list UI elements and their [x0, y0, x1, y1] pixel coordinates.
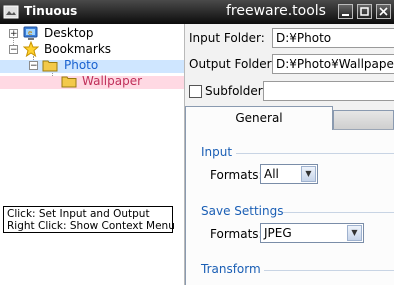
desktop-icon: e: [23, 26, 38, 40]
output-folder-label: Output Folder:: [189, 57, 276, 71]
maximize-button[interactable]: [357, 4, 372, 19]
save-formats-select[interactable]: JPEG ▼: [260, 223, 364, 243]
input-formats-label: Formats:: [210, 168, 263, 182]
svg-text:e: e: [28, 29, 32, 37]
subfolder-checkbox[interactable]: [189, 85, 202, 98]
subfolder-field[interactable]: [263, 81, 394, 101]
tree-item-bookmarks[interactable]: − Bookmarks: [0, 41, 184, 57]
tree-item-label: Bookmarks: [44, 42, 112, 56]
tab-content-general: Input Formats: All ▼ Save Settings Forma…: [185, 130, 394, 285]
tree-item-label: Photo: [64, 58, 99, 72]
output-folder-field[interactable]: D:¥Photo¥Wallpaper: [272, 54, 394, 74]
folder-tree[interactable]: + e Desktop − Bookmarks − Photo Wallpape…: [0, 24, 185, 285]
maximize-icon: [360, 7, 369, 16]
input-folder-label: Input Folder:: [189, 31, 265, 45]
app-icon: [3, 5, 19, 19]
close-icon: [379, 7, 388, 16]
tab-general[interactable]: General: [185, 106, 333, 131]
tree-item-wallpaper[interactable]: Wallpaper: [0, 73, 184, 89]
star-icon: [23, 41, 39, 57]
tree-item-desktop[interactable]: + e Desktop: [0, 25, 184, 41]
tooltip-line: Right Click: Show Context Menu: [7, 220, 175, 232]
tree-tooltip: Click: Set Input and Output Right Click:…: [3, 206, 175, 233]
title-bar[interactable]: Tinuous freeware.tools: [0, 0, 394, 24]
folder-icon: [42, 60, 58, 72]
input-formats-select[interactable]: All ▼: [260, 164, 318, 184]
app-title: Tinuous: [24, 4, 78, 18]
expand-icon[interactable]: +: [9, 29, 18, 39]
section-title-save-settings: Save Settings: [201, 204, 284, 218]
app-window: Tinuous freeware.tools + e Desktop − Boo…: [0, 0, 394, 285]
site-label: freeware.tools: [226, 3, 326, 19]
minimize-icon: [342, 14, 349, 16]
section-divider: [264, 270, 394, 271]
section-divider: [236, 153, 394, 154]
tree-item-photo[interactable]: − Photo: [0, 57, 184, 73]
input-formats-value: All: [264, 167, 279, 181]
settings-panel: Input Folder: D:¥Photo Output Folder: D:…: [185, 24, 394, 285]
folder-icon: [61, 76, 77, 88]
section-divider: [283, 212, 394, 213]
chevron-down-icon[interactable]: ▼: [301, 166, 316, 182]
input-folder-field[interactable]: D:¥Photo: [272, 28, 394, 48]
close-button[interactable]: [376, 4, 391, 19]
section-title-input: Input: [201, 145, 233, 159]
subfolder-label: Subfolder:: [205, 84, 267, 98]
minimize-button[interactable]: [338, 4, 353, 19]
tooltip-line: Click: Set Input and Output: [7, 208, 150, 220]
save-formats-label: Formats:: [210, 227, 263, 241]
collapse-icon[interactable]: −: [29, 61, 38, 71]
chevron-down-icon[interactable]: ▼: [347, 225, 362, 241]
collapse-icon[interactable]: −: [9, 45, 18, 55]
tab-next[interactable]: [333, 110, 394, 129]
tree-item-label: Wallpaper: [82, 74, 143, 88]
tree-item-label: Desktop: [44, 26, 94, 40]
section-title-transform: Transform: [201, 262, 261, 276]
save-formats-value: JPEG: [264, 226, 292, 240]
